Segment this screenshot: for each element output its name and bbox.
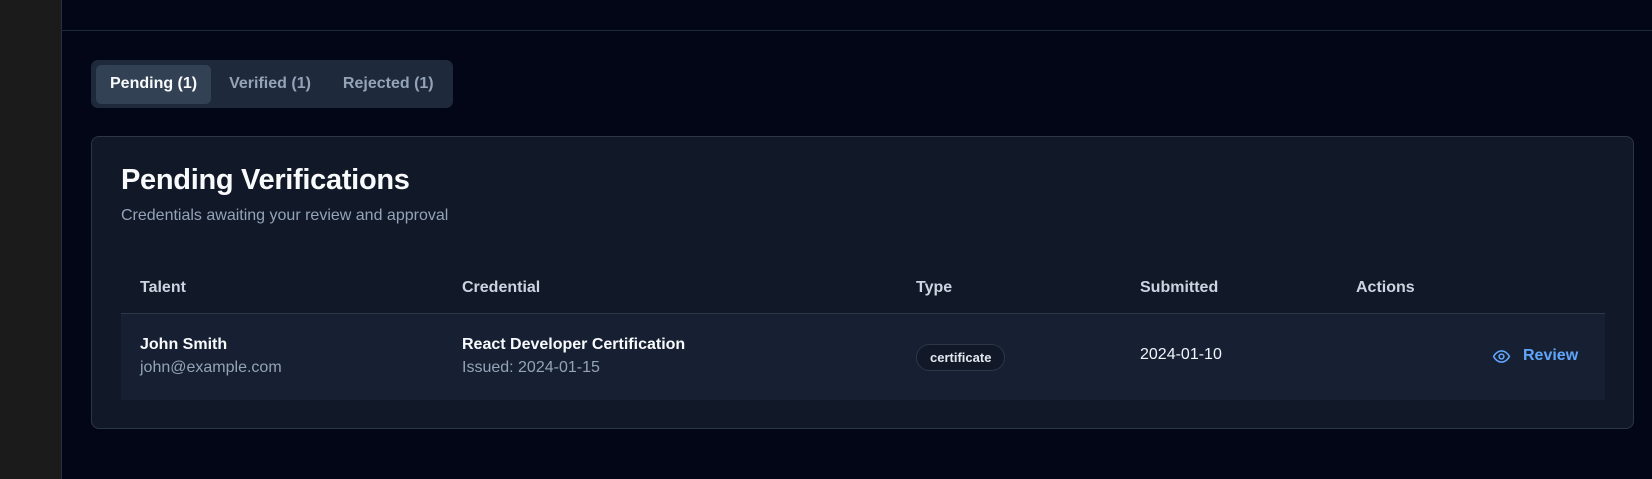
review-label: Review [1523, 347, 1579, 364]
submitted-date: 2024-01-10 [1140, 346, 1222, 363]
left-sidebar [0, 0, 62, 479]
header-actions: Actions [1356, 279, 1415, 296]
top-header-bar [62, 0, 1652, 31]
tab-pending[interactable]: Pending (1) [96, 64, 212, 104]
credential-title: React Developer Certification [462, 336, 686, 353]
table-header: Talent Credential Type Submitted Actions [121, 264, 1605, 314]
table-row: John Smith john@example.com React Develo… [121, 314, 1605, 400]
credential-cell: React Developer Certification Issued: 20… [462, 336, 685, 377]
card-title: Pending Verifications [121, 164, 410, 196]
tab-verified[interactable]: Verified (1) [215, 65, 325, 104]
header-talent: Talent [140, 279, 186, 296]
talent-name: John Smith [140, 336, 228, 353]
tab-rejected[interactable]: Rejected (1) [329, 65, 448, 104]
status-tabs: Pending (1) Verified (1) Rejected (1) [91, 60, 453, 108]
header-submitted: Submitted [1140, 279, 1219, 296]
verifications-table: Talent Credential Type Submitted Actions… [121, 264, 1605, 400]
talent-email: john@example.com [140, 359, 282, 376]
review-button[interactable]: Review [1478, 338, 1592, 374]
header-credential: Credential [462, 279, 541, 296]
pending-verifications-card: Pending Verifications Credentials awaiti… [91, 136, 1634, 429]
type-badge: certificate [916, 344, 1006, 371]
header-type: Type [916, 279, 953, 296]
eye-icon [1492, 347, 1511, 366]
credential-issued: Issued: 2024-01-15 [462, 359, 600, 376]
talent-cell: John Smith john@example.com [140, 336, 282, 377]
card-subtitle: Credentials awaiting your review and app… [121, 207, 449, 224]
